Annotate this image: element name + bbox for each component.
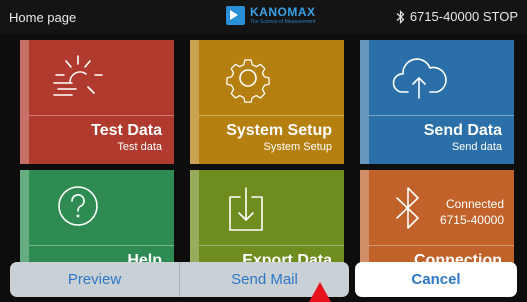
tile-system-setup[interactable]: System Setup System Setup xyxy=(190,40,344,164)
brand-name: KANOMAX xyxy=(250,5,316,19)
tile-divider xyxy=(369,245,514,246)
tile-divider xyxy=(369,115,514,116)
tile-send-data[interactable]: Send Data Send data xyxy=(360,40,514,164)
kanomax-logo-icon xyxy=(226,6,245,25)
tile-test-data[interactable]: Test Data Test data xyxy=(20,40,174,164)
tile-sublabel: Test data xyxy=(117,141,162,153)
tile-divider xyxy=(199,245,344,246)
download-box-icon xyxy=(229,187,263,231)
connection-status: Connected 6715-40000 xyxy=(440,196,504,228)
tile-divider xyxy=(29,115,174,116)
tile-edge xyxy=(190,40,199,164)
gear-icon xyxy=(226,59,270,103)
tile-edge xyxy=(360,40,369,164)
tile-label: Send Data xyxy=(423,122,502,139)
pointer-arrow-icon xyxy=(309,282,331,302)
device-status-text: 6715-40000 STOP xyxy=(409,9,518,24)
bluetooth-icon xyxy=(396,9,405,24)
device-status: 6715-40000 STOP xyxy=(396,9,518,24)
connection-device-id: 6715-40000 xyxy=(439,213,504,227)
tile-sublabel: System Setup xyxy=(263,141,332,153)
tile-label: System Setup xyxy=(226,122,332,139)
bluetooth-icon xyxy=(396,187,419,229)
connection-status-line: Connected xyxy=(445,197,504,211)
preview-button[interactable]: Preview xyxy=(10,262,179,297)
sun-icon xyxy=(53,55,103,96)
tile-sublabel: Send data xyxy=(451,141,502,153)
brand-logo: KANOMAX The Science of Measurement xyxy=(226,6,316,25)
page-title: Home page xyxy=(9,10,77,25)
brand-tagline: The Science of Measurement xyxy=(250,19,316,25)
cloud-upload-icon xyxy=(392,58,447,99)
cancel-button[interactable]: Cancel xyxy=(355,262,517,297)
status-bar: Home page KANOMAX The Science of Measure… xyxy=(0,0,527,34)
tile-divider xyxy=(199,115,344,116)
tile-edge xyxy=(20,40,29,164)
tile-label: Test Data xyxy=(91,122,162,139)
tile-divider xyxy=(29,245,174,246)
share-options: Preview Send Mail xyxy=(10,262,349,297)
question-icon xyxy=(58,186,98,226)
